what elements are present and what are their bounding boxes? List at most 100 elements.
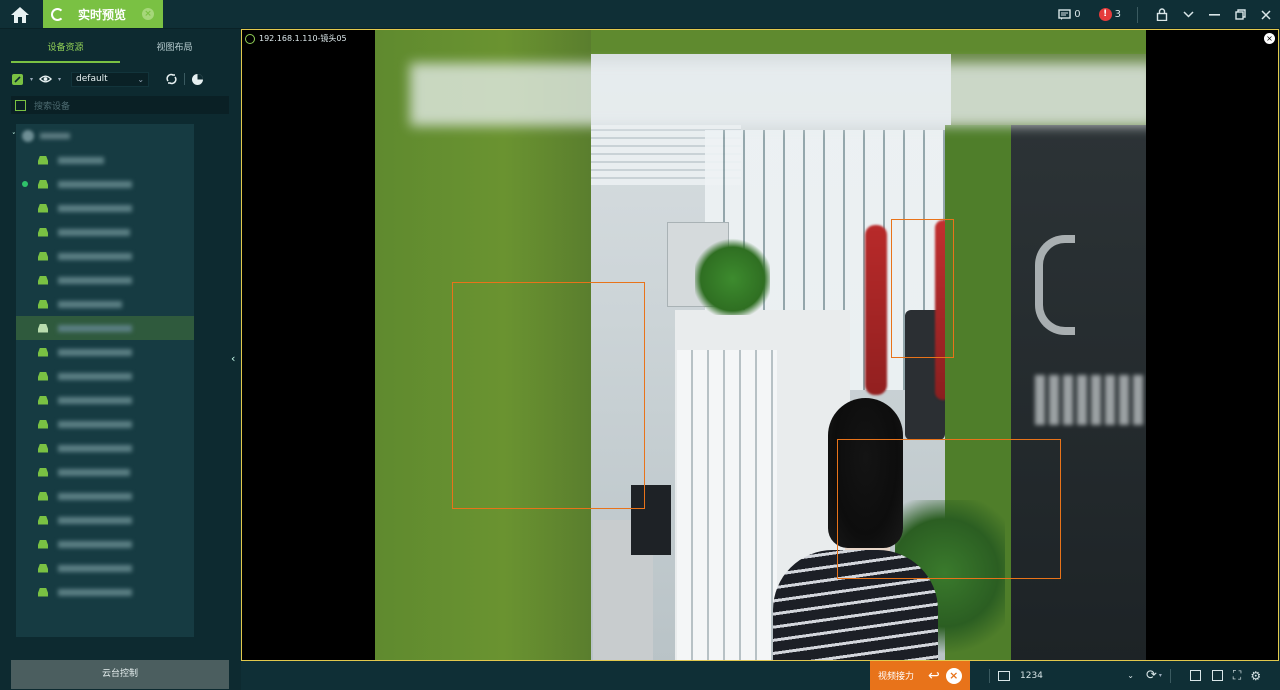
close-relay-icon[interactable]: ×	[945, 667, 962, 684]
tree-item-label	[58, 204, 132, 212]
tree-item-label	[58, 588, 132, 596]
video-channel-title: 192.168.1.110-镜头05	[245, 33, 347, 44]
tree-item-label	[58, 276, 132, 284]
minimize-button[interactable]	[1206, 7, 1222, 23]
loading-icon	[51, 7, 64, 21]
tree-item-label	[58, 468, 130, 476]
tree-item-label	[58, 300, 122, 308]
layout-grid-icon[interactable]	[1211, 670, 1223, 681]
tree-root-node[interactable]: ˅	[12, 128, 70, 144]
camera-icon	[38, 587, 48, 597]
caret-down-icon[interactable]: ▾	[30, 76, 33, 83]
detection-box	[891, 219, 954, 358]
ptz-control-button[interactable]: 云台控制	[11, 660, 229, 689]
layout-controls: 1234 ⌄ ⟳ ▾ ⛶ ⚙	[981, 661, 1280, 690]
tree-item-label	[58, 516, 132, 524]
video-window[interactable]: 192.168.1.110-镜头05 ×	[241, 29, 1279, 661]
tab-device-resources[interactable]: 设备资源	[11, 37, 120, 63]
camera-icon	[38, 347, 48, 357]
close-video-icon[interactable]: ×	[1264, 33, 1275, 44]
lock-icon	[1156, 8, 1168, 21]
camera-icon	[38, 563, 48, 573]
tab-view-layout[interactable]: 视图布局	[120, 37, 229, 63]
tab-live-preview[interactable]: 实时预览 ×	[43, 0, 163, 28]
divider	[184, 73, 186, 85]
close-button[interactable]	[1258, 7, 1274, 23]
caret-down-icon[interactable]: ▾	[1159, 672, 1162, 679]
bottom-toolbar: 视频接力 ↩ × 1234 ⌄ ⟳ ▾ ⛶ ⚙	[241, 661, 1280, 690]
stream-ok-icon	[245, 33, 255, 44]
minimize-icon	[1208, 13, 1220, 16]
device-tree: ˅	[12, 124, 229, 637]
message-count: 0	[1074, 9, 1081, 20]
tree-item-label	[58, 348, 132, 356]
tree-scroll-area	[194, 124, 229, 637]
chevron-down-icon: ⌄	[1127, 670, 1134, 680]
home-icon	[11, 6, 29, 23]
tree-item-label	[58, 540, 132, 548]
caret-down-icon[interactable]: ▾	[58, 76, 61, 83]
detection-box	[837, 439, 1061, 579]
sidebar-toolbar: ▾ ▾ default ⌄	[11, 69, 229, 89]
tree-item-label	[58, 252, 132, 260]
restore-button[interactable]	[1232, 7, 1248, 23]
collapse-sidebar-icon[interactable]: ‹	[231, 352, 235, 365]
alarm-icon: !	[1098, 8, 1112, 21]
close-tab-icon[interactable]: ×	[142, 8, 154, 20]
refresh-button[interactable]	[165, 73, 178, 86]
group-icon	[21, 130, 34, 142]
search-input[interactable]: 搜索设备	[34, 99, 70, 112]
camera-icon	[38, 371, 48, 381]
layout-window-icon	[998, 670, 1010, 681]
alarm-button[interactable]: ! 3	[1098, 8, 1121, 21]
camera-icon	[38, 395, 48, 405]
tree-item-label	[58, 492, 132, 500]
alarm-count: 3	[1114, 9, 1121, 20]
playback-mode-icon[interactable]: ⟳	[1146, 668, 1157, 683]
refresh-icon	[166, 73, 177, 85]
group-select-value: default	[76, 73, 108, 84]
restore-icon	[1234, 9, 1246, 20]
sidebar-tabs: 设备资源 视图布局	[11, 37, 229, 63]
close-icon	[1261, 9, 1271, 20]
divider	[1169, 668, 1171, 683]
chevron-down-icon: ⌄	[137, 74, 145, 84]
camera-icon	[38, 203, 48, 213]
pie-chart-icon	[192, 73, 204, 85]
camera-icon	[38, 467, 48, 477]
view-button[interactable]	[39, 73, 53, 86]
tree-item-label	[58, 228, 130, 236]
tree-item-label	[58, 372, 132, 380]
home-button[interactable]	[0, 0, 40, 29]
camera-icon	[38, 251, 48, 261]
stats-button[interactable]	[191, 73, 204, 86]
back-arrow-icon[interactable]: ↩	[928, 668, 940, 684]
video-relay-label: 视频接力	[878, 672, 915, 682]
divider	[1137, 6, 1138, 23]
group-select[interactable]: default ⌄	[71, 71, 150, 87]
camera-icon	[38, 275, 48, 285]
sidebar: 设备资源 视图布局 ▾ ▾ default ⌄ 搜索设备 ˅ 云台控制 ‹	[0, 29, 240, 690]
camera-icon	[38, 155, 48, 165]
eye-icon	[39, 75, 53, 83]
tree-item-label	[58, 420, 132, 428]
camera-icon	[38, 227, 48, 237]
tree-item-label	[58, 564, 132, 572]
window-controls: 0 ! 3	[1058, 0, 1274, 29]
message-button[interactable]: 0	[1058, 8, 1081, 21]
osd-timestamp-overlay	[410, 63, 1146, 126]
online-dot	[22, 181, 28, 187]
divider	[989, 668, 990, 683]
tree-item-label	[58, 444, 132, 452]
lock-button[interactable]	[1154, 7, 1170, 23]
tree-view-icon	[15, 99, 26, 111]
dropdown-button[interactable]	[1180, 7, 1196, 23]
close-all-windows-icon[interactable]	[1189, 670, 1201, 681]
link-button[interactable]	[11, 73, 24, 86]
layout-select[interactable]: 1234 ⌄	[1020, 671, 1140, 681]
tree-root-label	[39, 133, 70, 139]
fullscreen-icon[interactable]: ⛶	[1233, 668, 1241, 683]
settings-gear-icon[interactable]: ⚙	[1250, 669, 1261, 683]
layout-select-value: 1234	[1020, 670, 1043, 681]
device-search[interactable]: 搜索设备	[11, 96, 229, 114]
